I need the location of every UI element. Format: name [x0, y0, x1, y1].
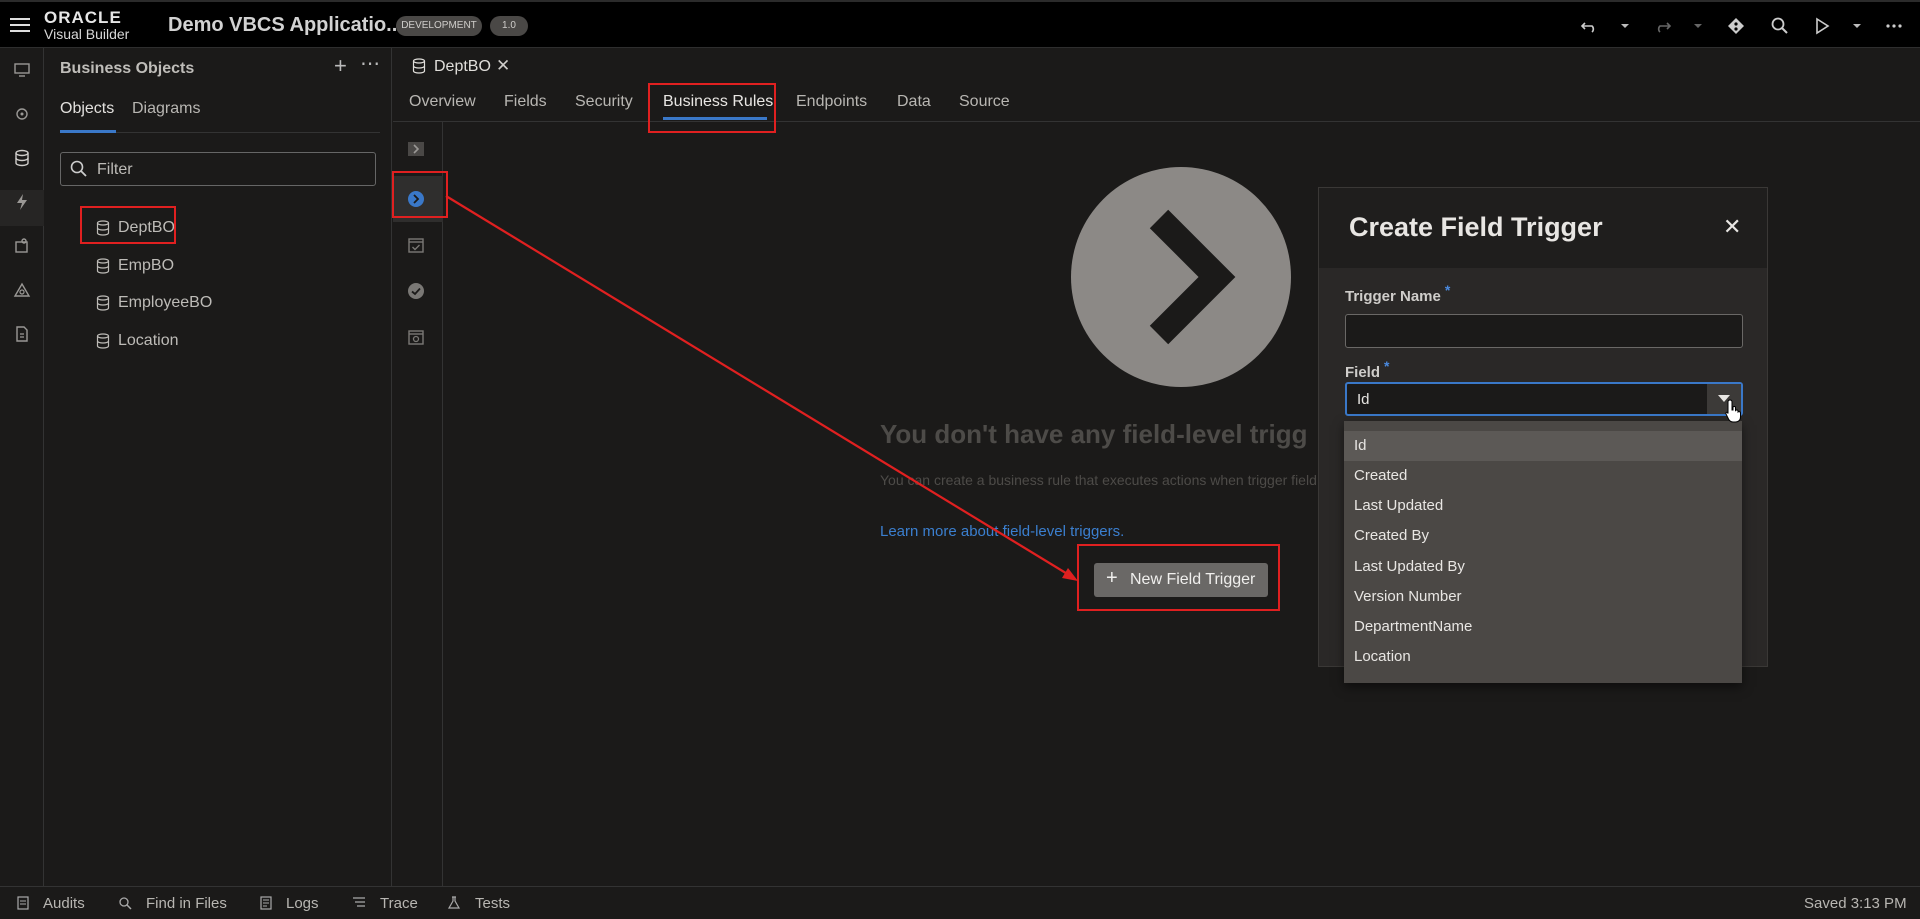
- empty-state-description: You can create a business rule that exec…: [880, 472, 1321, 488]
- field-label: Field *: [1345, 358, 1390, 381]
- option-department-name[interactable]: DepartmentName: [1344, 612, 1742, 642]
- add-business-object-button[interactable]: +: [334, 55, 354, 77]
- tests-button[interactable]: Tests: [475, 895, 510, 912]
- required-marker: *: [1384, 358, 1390, 374]
- learn-more-link[interactable]: Learn more about field-level triggers.: [880, 523, 1124, 540]
- trigger-name-label: Trigger Name *: [1345, 282, 1451, 305]
- run-icon[interactable]: [1812, 16, 1832, 36]
- trace-button[interactable]: Trace: [380, 895, 418, 912]
- status-bar: Audits Find in Files Logs Trace Tests Sa…: [0, 886, 1920, 919]
- redo-dropdown-icon[interactable]: [1692, 20, 1704, 32]
- saved-status: Saved 3:13 PM: [1804, 895, 1907, 912]
- tab-security[interactable]: Security: [575, 93, 633, 111]
- option-version-number[interactable]: Version Number: [1344, 582, 1742, 612]
- environment-badge: DEVELOPMENT: [396, 16, 482, 36]
- highlight-box-field-triggers: [392, 171, 448, 218]
- version-badge: 1.0: [490, 16, 528, 36]
- search-icon: [118, 896, 132, 910]
- product-name: Visual Builder: [44, 26, 130, 42]
- highlight-box-new-trigger: [1077, 544, 1280, 611]
- dialog-title: Create Field Trigger: [1349, 212, 1603, 242]
- business-objects-icon[interactable]: [12, 148, 32, 168]
- find-in-files-button[interactable]: Find in Files: [146, 895, 227, 912]
- database-icon: [96, 333, 110, 349]
- tab-data[interactable]: Data: [897, 93, 931, 111]
- services-icon[interactable]: [12, 104, 32, 124]
- layouts-icon[interactable]: [12, 280, 32, 300]
- source-files-icon[interactable]: [12, 324, 32, 344]
- tests-icon: [447, 896, 461, 910]
- database-icon: [96, 295, 110, 311]
- rules-type-rail: [393, 122, 443, 886]
- field-trigger-illustration-icon: [1071, 167, 1291, 387]
- filter-input[interactable]: Filter: [60, 152, 376, 186]
- required-marker: *: [1444, 282, 1451, 298]
- close-icon[interactable]: ✕: [1723, 214, 1741, 240]
- tab-fields[interactable]: Fields: [504, 93, 547, 111]
- object-functions-icon[interactable]: [407, 328, 425, 346]
- close-tab-icon[interactable]: ✕: [496, 56, 510, 76]
- oracle-logo: ORACLE: [44, 8, 122, 27]
- object-validators-icon[interactable]: [407, 236, 425, 254]
- field-select[interactable]: Id: [1345, 382, 1743, 416]
- option-location[interactable]: Location: [1344, 642, 1742, 672]
- active-tab-indicator: [60, 130, 116, 133]
- app-title[interactable]: Demo VBCS Applicatio...: [168, 14, 403, 37]
- tab-source[interactable]: Source: [959, 93, 1010, 111]
- navigator-rail: [0, 48, 44, 886]
- components-icon[interactable]: [12, 236, 32, 256]
- process-icon[interactable]: [12, 192, 32, 212]
- field-options-dropdown: Id Created Last Updated Created By Last …: [1344, 421, 1742, 683]
- web-apps-icon[interactable]: [12, 60, 32, 80]
- tab-objects[interactable]: Objects: [60, 100, 114, 118]
- hamburger-menu-icon[interactable]: [10, 16, 30, 34]
- git-icon[interactable]: [1726, 16, 1746, 36]
- hand-cursor-icon: [1724, 398, 1744, 424]
- logs-button[interactable]: Logs: [286, 895, 319, 912]
- business-objects-panel: Business Objects + ⋯ Objects Diagrams Fi…: [44, 48, 392, 886]
- field-validators-icon[interactable]: [407, 282, 425, 300]
- tab-diagrams[interactable]: Diagrams: [132, 100, 200, 118]
- trace-icon: [352, 896, 366, 910]
- option-created-by[interactable]: Created By: [1344, 521, 1742, 551]
- empty-state-title: You don't have any field-level trigg: [880, 419, 1308, 449]
- audits-button[interactable]: Audits: [43, 895, 85, 912]
- audits-icon: [16, 896, 30, 910]
- object-triggers-icon[interactable]: [407, 140, 425, 158]
- undo-dropdown-icon[interactable]: [1619, 20, 1631, 32]
- search-icon[interactable]: [1770, 16, 1790, 36]
- option-last-updated-by[interactable]: Last Updated By: [1344, 552, 1742, 582]
- logs-icon: [259, 896, 273, 910]
- tab-overview[interactable]: Overview: [409, 93, 476, 111]
- highlight-box-deptbo: [80, 206, 176, 244]
- business-object-label: Location: [118, 332, 179, 349]
- filter-placeholder: Filter: [97, 161, 133, 178]
- search-icon: [69, 159, 89, 179]
- subtabs-divider: [393, 121, 1920, 122]
- run-dropdown-icon[interactable]: [1851, 20, 1863, 32]
- highlight-box-business-rules: [648, 83, 776, 133]
- redo-icon[interactable]: [1652, 16, 1672, 36]
- document-tab-deptbo[interactable]: DeptBO ✕: [398, 52, 528, 82]
- tab-endpoints[interactable]: Endpoints: [796, 93, 867, 111]
- option-last-updated[interactable]: Last Updated: [1344, 491, 1742, 521]
- panel-more-options-icon[interactable]: ⋯: [360, 54, 382, 76]
- more-options-icon[interactable]: [1884, 16, 1904, 36]
- document-tab-label: DeptBO: [434, 58, 491, 75]
- business-object-label: EmployeeBO: [118, 294, 213, 311]
- option-created[interactable]: Created: [1344, 461, 1742, 491]
- business-object-label: EmpBO: [118, 257, 175, 274]
- database-icon: [96, 258, 110, 274]
- database-icon: [412, 58, 426, 74]
- field-select-value: Id: [1357, 391, 1370, 408]
- undo-icon[interactable]: [1580, 16, 1600, 36]
- trigger-name-input[interactable]: [1345, 314, 1743, 348]
- panel-title: Business Objects: [60, 60, 195, 77]
- option-id[interactable]: Id: [1344, 431, 1742, 461]
- top-bar: ORACLE Visual Builder Demo VBCS Applicat…: [0, 0, 1920, 48]
